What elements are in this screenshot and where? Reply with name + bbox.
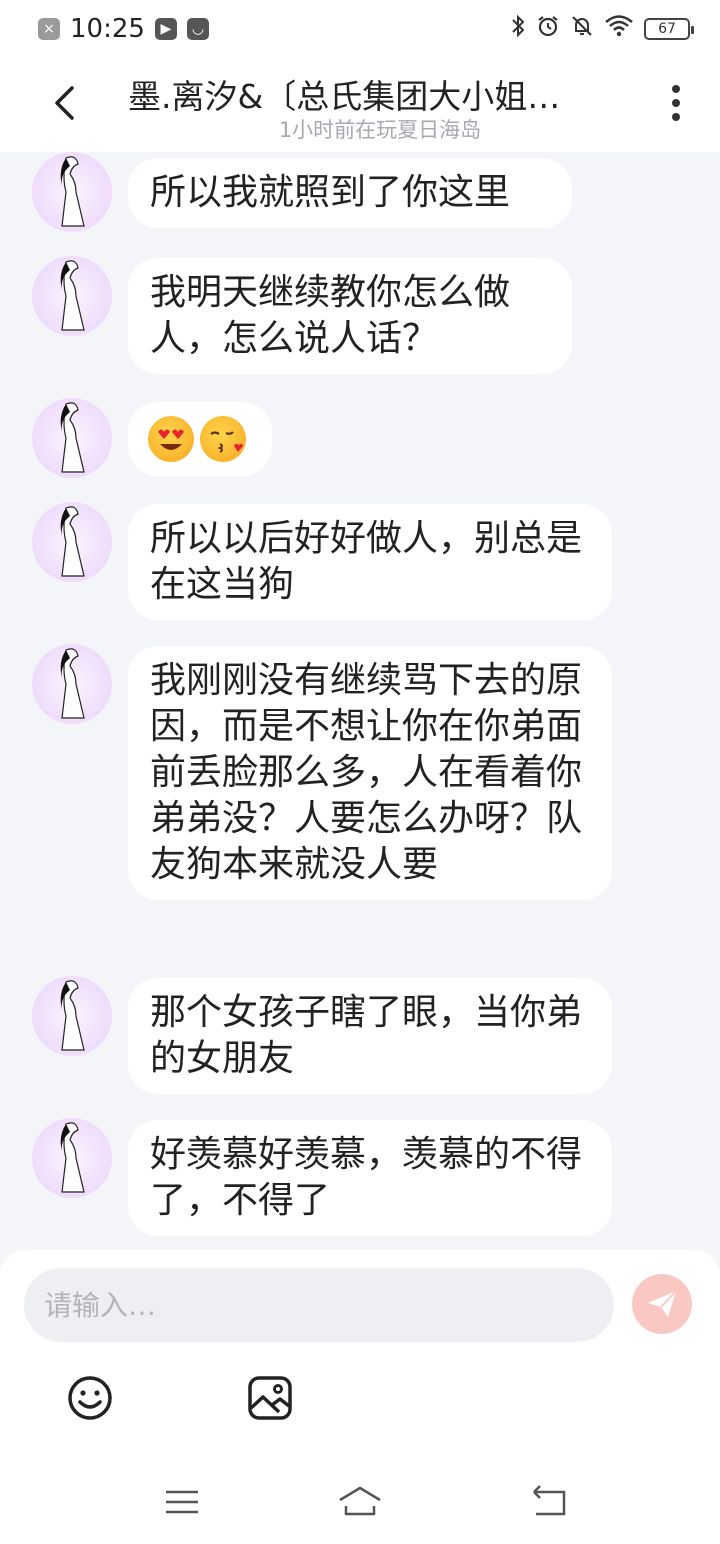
battery-icon: 67 bbox=[644, 18, 694, 40]
message-bubble[interactable]: 那个女孩子瞎了眼，当你弟的女朋友 bbox=[128, 978, 612, 1094]
avatar[interactable] bbox=[32, 398, 112, 478]
status-right: 67 bbox=[510, 14, 694, 44]
contact-status: 1小时前在玩夏日海岛 bbox=[278, 118, 482, 142]
status-left: × 10:25 ▶ ◡ bbox=[38, 14, 209, 44]
media-play-icon: ▶ bbox=[154, 18, 177, 40]
menu-icon bbox=[166, 1490, 198, 1514]
avatar[interactable] bbox=[32, 976, 112, 1056]
avatar[interactable] bbox=[32, 644, 112, 724]
contact-name: 墨.离汐&〔总氏集团大小姐… bbox=[128, 77, 561, 116]
nav-home-button[interactable] bbox=[336, 1482, 384, 1522]
more-dot-icon bbox=[672, 99, 680, 107]
image-icon bbox=[248, 1376, 292, 1420]
notification-close-icon: × bbox=[38, 18, 60, 40]
message-bubble[interactable]: 所以我就照到了你这里 bbox=[128, 158, 572, 228]
system-nav-bar bbox=[0, 1470, 720, 1534]
emoji-button[interactable] bbox=[66, 1374, 114, 1422]
wifi-icon bbox=[604, 14, 634, 44]
avatar[interactable] bbox=[32, 1118, 112, 1198]
image-button[interactable] bbox=[246, 1374, 294, 1422]
heart-eyes-emoji-icon bbox=[148, 416, 194, 462]
message-bubble[interactable]: 我明天继续教你怎么做人，怎么说人话？ bbox=[128, 258, 572, 374]
girl-avatar-icon bbox=[60, 156, 85, 227]
girl-avatar-icon bbox=[60, 402, 85, 473]
message-input[interactable] bbox=[24, 1268, 614, 1342]
girl-avatar-icon bbox=[60, 648, 85, 719]
smiley-icon bbox=[68, 1376, 112, 1420]
mute-bell-icon bbox=[570, 14, 594, 44]
girl-avatar-icon bbox=[60, 1122, 85, 1193]
send-button[interactable] bbox=[632, 1274, 692, 1334]
emoji-row bbox=[148, 414, 252, 462]
chat-header: 墨.离汐&〔总氏集团大小姐… 1小时前在玩夏日海岛 bbox=[0, 58, 720, 152]
home-icon bbox=[339, 1486, 381, 1516]
battery-level: 67 bbox=[658, 21, 676, 37]
nav-back-button[interactable] bbox=[528, 1482, 568, 1522]
girl-avatar-icon bbox=[60, 506, 85, 577]
message-bubble[interactable]: 我刚刚没有继续骂下去的原因，而是不想让你在你弟面前丢脸那么多，人在看着你弟弟没？… bbox=[128, 646, 612, 900]
message-bubble[interactable]: 好羡慕好羡慕，羡慕的不得了，不得了 bbox=[128, 1120, 612, 1236]
avatar[interactable] bbox=[32, 502, 112, 582]
status-bar: × 10:25 ▶ ◡ 67 bbox=[0, 0, 720, 58]
message-bubble[interactable]: 所以以后好好做人，别总是在这当狗 bbox=[128, 504, 612, 620]
girl-avatar-icon bbox=[60, 260, 85, 331]
more-dot-icon bbox=[672, 85, 680, 93]
girl-avatar-icon bbox=[60, 980, 85, 1051]
more-options-button[interactable] bbox=[656, 78, 696, 128]
more-dot-icon bbox=[672, 113, 680, 121]
send-plane-icon bbox=[648, 1290, 677, 1317]
status-time: 10:25 bbox=[70, 14, 145, 44]
nav-menu-button[interactable] bbox=[162, 1482, 202, 1522]
alarm-icon bbox=[536, 14, 560, 44]
avatar[interactable] bbox=[32, 152, 112, 232]
return-icon bbox=[533, 1485, 566, 1516]
app-notification-icon: ◡ bbox=[186, 18, 209, 40]
avatar[interactable] bbox=[32, 256, 112, 336]
bluetooth-icon bbox=[510, 14, 526, 44]
message-bubble[interactable] bbox=[128, 402, 272, 476]
kissing-heart-emoji-icon bbox=[200, 416, 246, 462]
